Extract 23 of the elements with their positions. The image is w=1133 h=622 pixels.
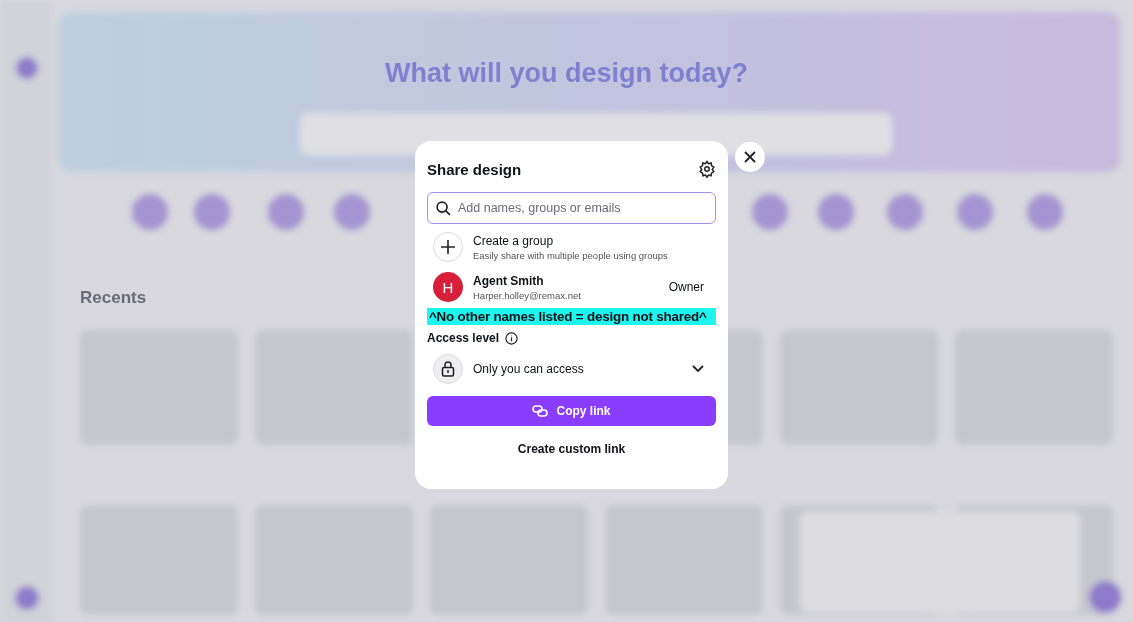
copy-link-button[interactable]: Copy link	[427, 396, 716, 426]
lock-icon	[440, 361, 456, 377]
search-field[interactable]: Add names, groups or emails	[427, 192, 716, 224]
link-icon	[532, 405, 549, 417]
person-email: Harper.holley@remax.net	[473, 289, 582, 301]
access-level-label: Access level	[427, 331, 500, 345]
create-custom-link-button[interactable]: Create custom link	[511, 438, 632, 460]
person-name: Agent Smith	[473, 273, 545, 288]
info-icon[interactable]	[505, 331, 519, 345]
close-icon	[744, 151, 756, 163]
create-group-title[interactable]: Create a group	[473, 233, 668, 248]
page-headline: What will you design today?	[384, 58, 749, 89]
avatar: H	[433, 272, 463, 302]
create-group-subtitle: Easily share with multiple people using groups	[473, 249, 668, 261]
person-role: Owner	[668, 280, 704, 294]
settings-icon[interactable]	[698, 160, 716, 178]
access-dropdown[interactable]: Only you can access	[427, 352, 716, 386]
chevron-down-icon	[692, 365, 704, 373]
section-title: Recents	[80, 288, 147, 308]
search-icon	[435, 199, 452, 217]
plus-icon	[441, 240, 455, 254]
dialog-title: Share design	[427, 160, 522, 178]
highlighted-annotation: ^No other names listed = design not shared^	[427, 308, 716, 325]
